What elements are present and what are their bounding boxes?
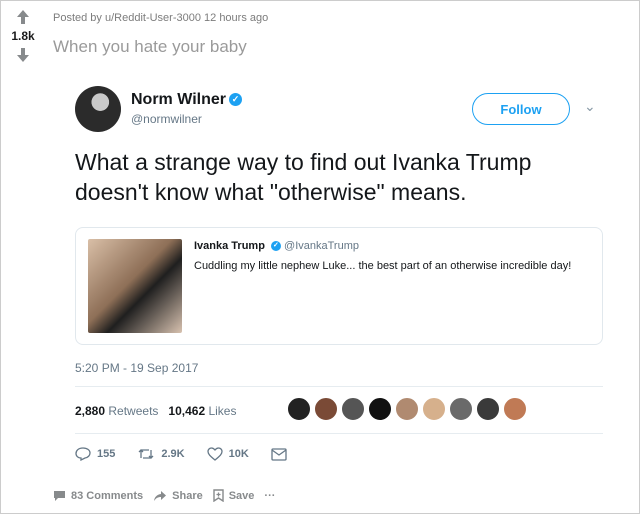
retweets-label: Retweets <box>108 404 159 418</box>
chevron-down-icon: ⌄ <box>584 98 596 114</box>
liker-avatar <box>503 397 527 421</box>
liker-avatar <box>449 397 473 421</box>
tweet-author-name: Norm Wilner ✓ <box>131 91 242 109</box>
tweet-author-handle: @normwilner <box>131 112 202 126</box>
quoted-tweet-text: Cuddling my little nephew Luke... the be… <box>194 260 572 272</box>
liker-avatar <box>476 397 500 421</box>
verified-badge-icon: ✓ <box>270 241 281 252</box>
tweet-author-avatar <box>75 86 121 132</box>
upvote-icon[interactable] <box>16 9 30 25</box>
reply-icon <box>75 447 91 461</box>
more-icon: ··· <box>264 489 276 502</box>
retweet-action: 2.9K <box>137 447 185 461</box>
quoted-tweet: Ivanka Trump ✓ @IvankaTrump Cuddling my … <box>75 227 603 345</box>
share-icon <box>154 490 167 501</box>
more-options-button[interactable]: ··· <box>264 490 275 502</box>
likes-count: 10,462 <box>168 404 206 418</box>
share-label: Share <box>172 489 203 502</box>
tweet-actions: 155 2.9K 10K <box>75 447 315 461</box>
heart-icon <box>206 447 223 461</box>
quoted-tweet-author: Ivanka Trump ✓ @IvankaTrump <box>194 240 359 252</box>
reply-count: 155 <box>97 448 116 460</box>
tweet-text: What a strange way to find out Ivanka Tr… <box>75 149 532 205</box>
divider <box>75 386 603 387</box>
divider <box>75 433 603 434</box>
tweet-stats: 2,880 Retweets 10,462 Likes <box>75 404 236 418</box>
follow-button: Follow <box>472 93 570 125</box>
save-button[interactable]: Save <box>213 489 255 502</box>
retweet-count: 2.9K <box>161 448 185 460</box>
quoted-tweet-handle: @IvankaTrump <box>284 240 359 252</box>
post-meta: Posted by u/Reddit-User-3000 12 hours ag… <box>53 12 269 24</box>
liker-avatar <box>341 397 365 421</box>
save-label: Save <box>228 489 255 502</box>
liker-avatar <box>395 397 419 421</box>
bookmark-plus-icon <box>213 489 224 502</box>
share-button[interactable]: Share <box>153 490 203 502</box>
liker-avatars <box>287 397 527 421</box>
message-action <box>271 447 293 461</box>
retweet-icon <box>138 449 154 459</box>
tweet-timestamp: 5:20 PM - 19 Sep 2017 <box>75 361 199 375</box>
embedded-tweet-image[interactable]: Norm Wilner ✓ @normwilner Follow ⌄ What a… <box>51 71 621 471</box>
liker-avatar <box>422 397 446 421</box>
quoted-tweet-photo <box>88 239 182 333</box>
envelope-icon <box>271 447 287 461</box>
vote-score: 1.8k <box>11 29 35 43</box>
post-footer: 83 Comments Share Save ··· <box>53 489 285 502</box>
liker-avatar <box>314 397 338 421</box>
liker-avatar <box>368 397 392 421</box>
post-title[interactable]: When you hate your baby <box>53 37 247 57</box>
liker-avatar <box>287 397 311 421</box>
comments-label: 83 Comments <box>71 489 144 502</box>
verified-badge-icon: ✓ <box>228 93 242 107</box>
likes-label: Likes <box>208 404 237 418</box>
like-count: 10K <box>228 448 249 460</box>
comments-button[interactable]: 83 Comments <box>53 490 143 502</box>
vote-column: 1.8k <box>1 9 45 63</box>
retweets-count: 2,880 <box>75 404 106 418</box>
downvote-icon[interactable] <box>16 47 30 63</box>
comment-icon <box>54 490 65 501</box>
reply-action: 155 <box>75 447 115 461</box>
reddit-post-card: 1.8k Posted by u/Reddit-User-3000 12 hou… <box>0 0 640 514</box>
like-action: 10K <box>206 447 249 461</box>
